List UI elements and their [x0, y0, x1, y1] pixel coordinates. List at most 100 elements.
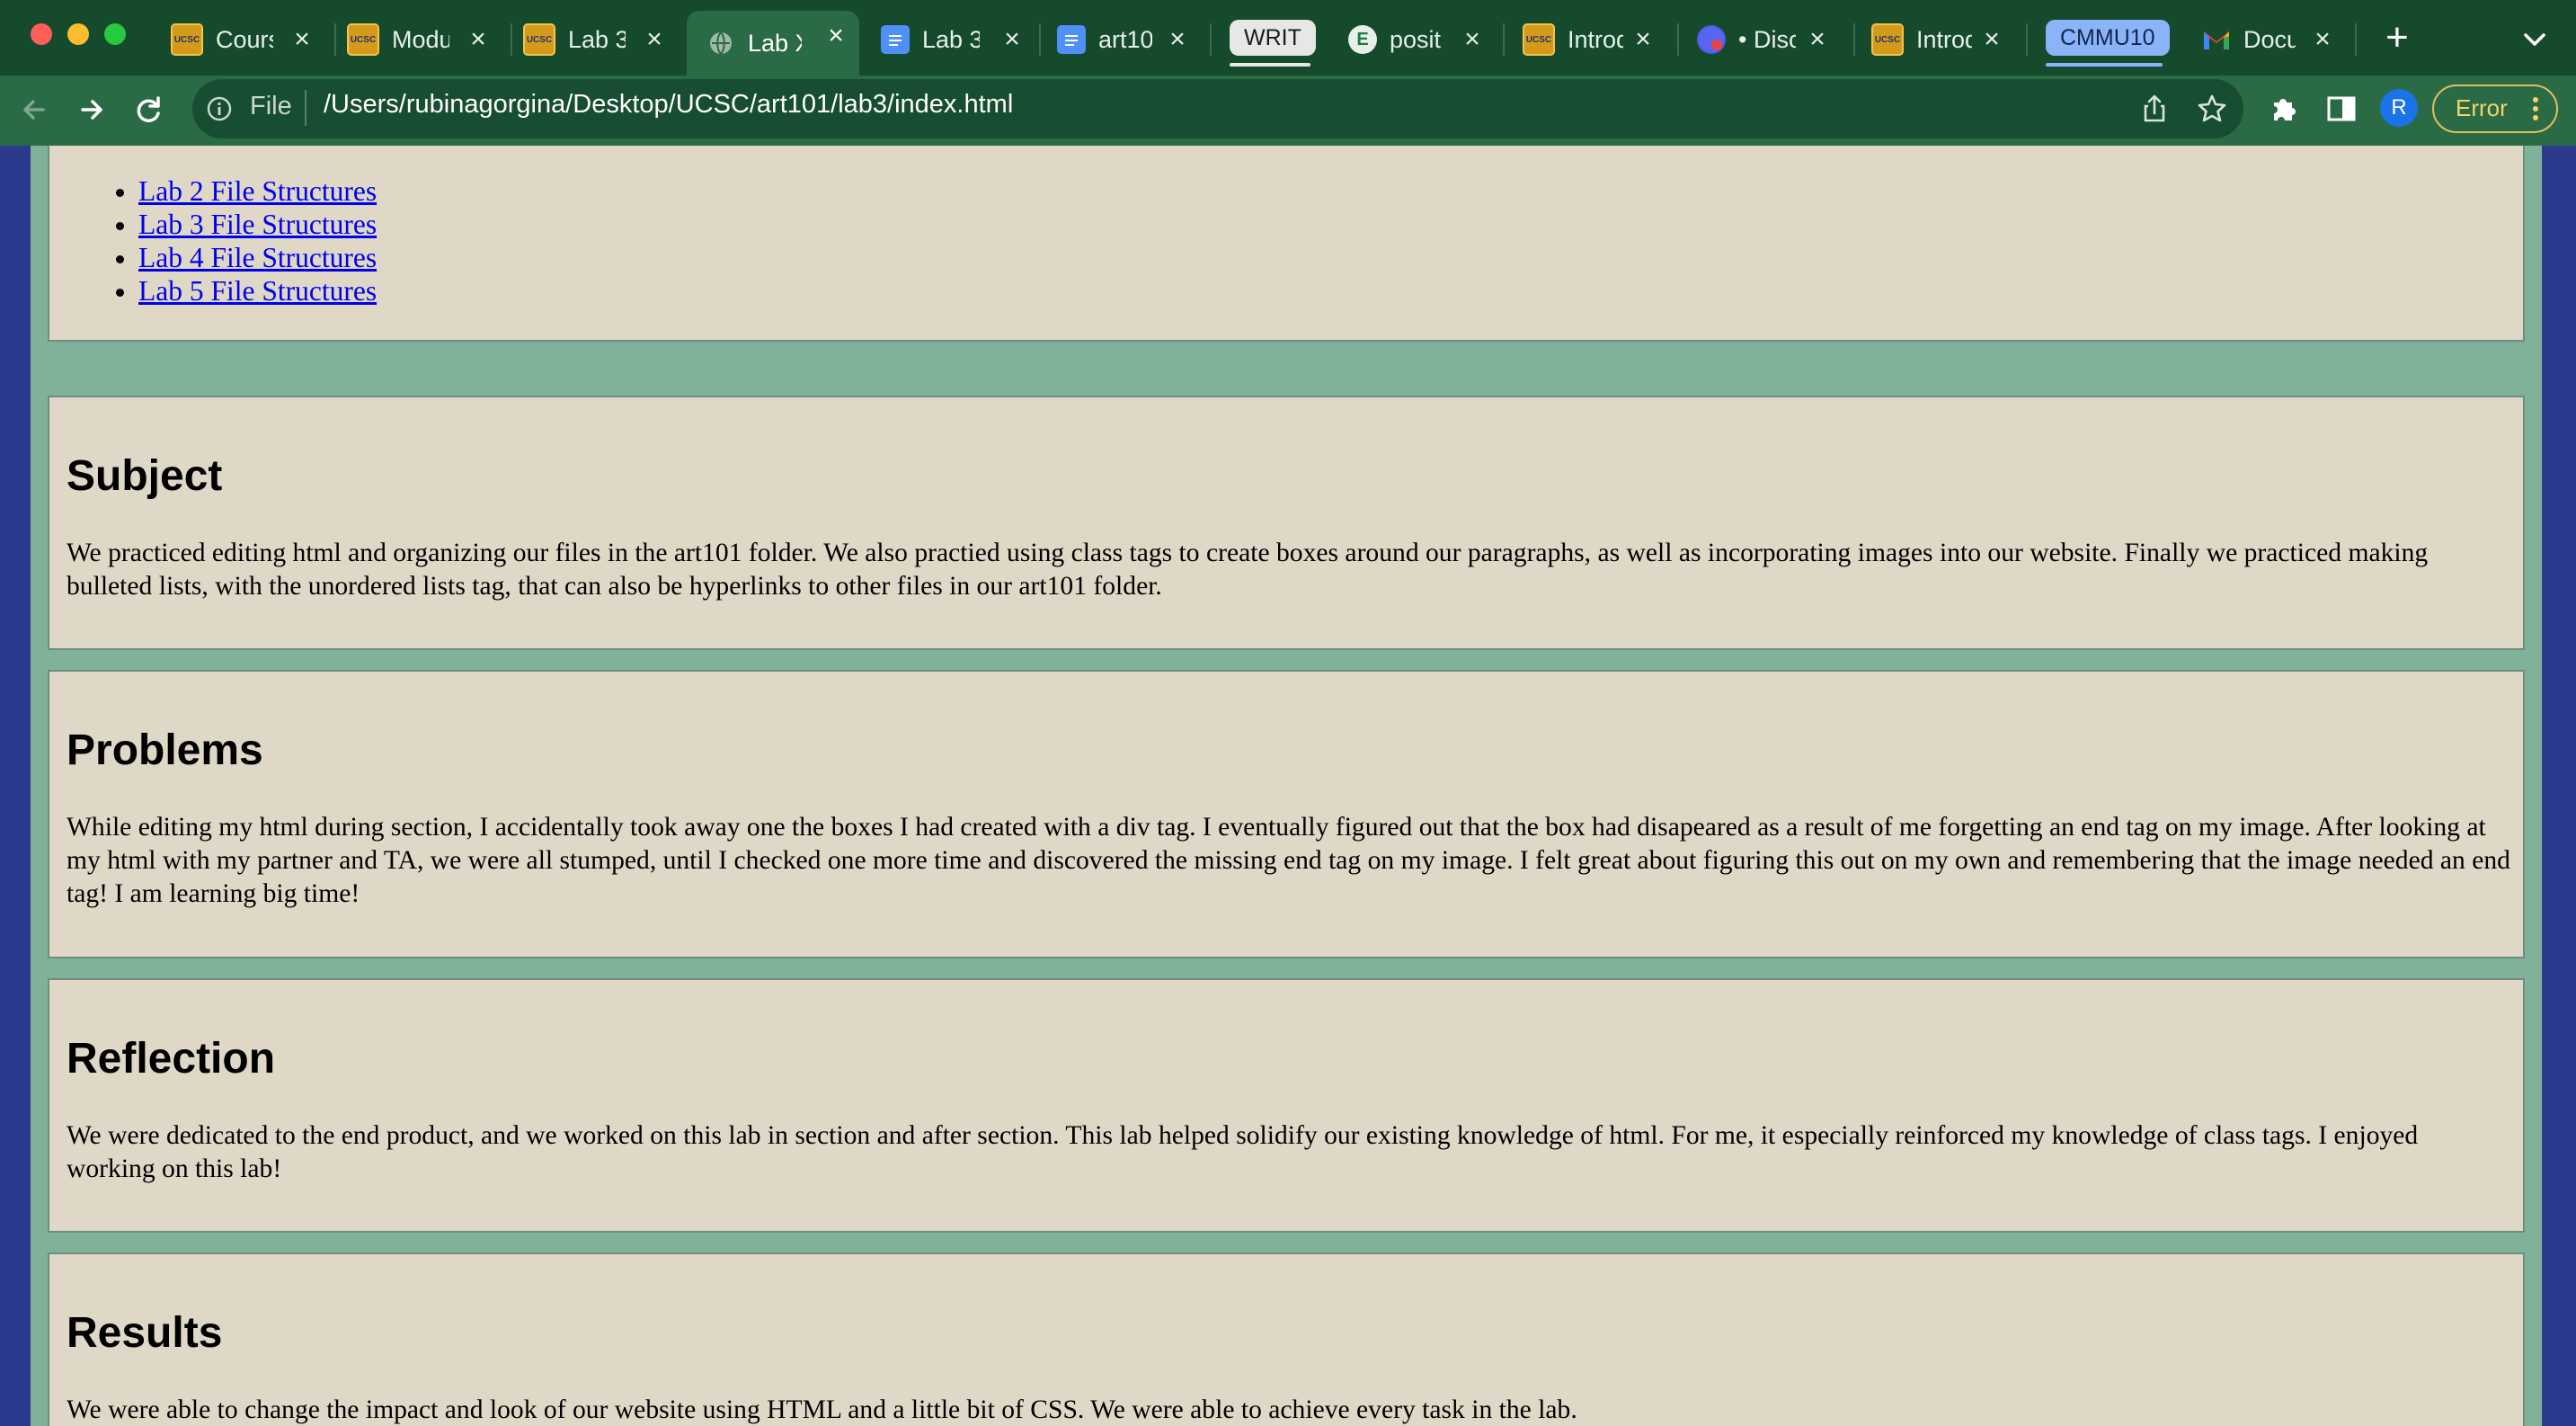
tab-title: Lab 3: [568, 25, 626, 53]
tab-separator: [334, 23, 336, 56]
browser-tab[interactable]: E posit ×: [1348, 14, 1496, 65]
gmail-icon: [2202, 25, 2231, 54]
ucsc-icon: UCSC: [171, 23, 203, 56]
page-viewport[interactable]: Lab 2 File Structures Lab 3 File Structu…: [0, 146, 2576, 1426]
section-box: Reflection We were dedicated to the end …: [48, 978, 2525, 1233]
browser-tab[interactable]: art10 ×: [1057, 14, 1201, 65]
evernote-icon: E: [1348, 25, 1377, 54]
section-body: While editing my html during section, I …: [67, 813, 2510, 908]
browser-tab[interactable]: Lab 3 ×: [881, 14, 1035, 65]
section-heading: Results: [67, 1309, 223, 1357]
lab-link[interactable]: Lab 4 File Structures: [138, 242, 377, 273]
browser-tab[interactable]: • Disc ×: [1697, 14, 1841, 65]
browser-tab[interactable]: UCSC Modu ×: [347, 14, 502, 65]
chevron-down-icon[interactable]: [2517, 22, 2553, 58]
close-tab-icon[interactable]: ×: [640, 25, 669, 54]
close-tab-icon[interactable]: ×: [1629, 25, 1657, 54]
section-body: We practiced editing html and organizing…: [67, 539, 2429, 601]
tab-separator: [1503, 23, 1505, 56]
ucsc-icon: UCSC: [347, 23, 379, 56]
info-icon[interactable]: [205, 94, 234, 123]
address-divider: [305, 90, 306, 126]
tab-strip: UCSC Cours × UCSC Modu × UCSC Lab 3 × La…: [0, 0, 2576, 76]
list-item: Lab 4 File Structures: [138, 241, 377, 274]
profile-avatar[interactable]: R: [2380, 89, 2418, 127]
lab-link[interactable]: Lab 3 File Structures: [138, 209, 377, 240]
close-tab-icon[interactable]: ×: [288, 25, 316, 54]
tab-separator: [511, 23, 512, 56]
window-fullscreen-button[interactable]: [104, 23, 126, 45]
tab-separator: [1853, 23, 1855, 56]
browser-tab-active[interactable]: Lab X ×: [687, 11, 859, 76]
new-tab-icon[interactable]: +: [2376, 16, 2419, 59]
list-item: Lab 2 File Structures: [138, 174, 377, 208]
close-tab-icon[interactable]: ×: [1803, 25, 1832, 54]
extensions-icon[interactable]: [2267, 92, 2301, 126]
section-box: Problems While editing my html during se…: [48, 670, 2525, 958]
tab-group-writ[interactable]: WRIT: [1230, 20, 1316, 56]
tab-separator: [1677, 23, 1679, 56]
tab-title: posit: [1390, 25, 1442, 53]
browser-tab[interactable]: Docu ×: [2202, 14, 2346, 65]
window-close-button[interactable]: [31, 23, 52, 45]
tab-group-cmmu10[interactable]: CMMU10: [2046, 20, 2170, 56]
tab-title: Introd: [1568, 25, 1623, 53]
browser-tab[interactable]: UCSC Introd ×: [1523, 14, 1666, 65]
globe-icon: [706, 29, 735, 58]
section-heading: Reflection: [67, 1035, 276, 1083]
tab-separator: [1039, 23, 1041, 56]
browser-tab[interactable]: UCSC Introd ×: [1871, 14, 2015, 65]
browser-tab[interactable]: UCSC Cours ×: [171, 14, 325, 65]
section-box: Results We were able to change the impac…: [48, 1252, 2525, 1426]
close-tab-icon[interactable]: ×: [1458, 25, 1487, 54]
url-scheme-label: File: [250, 92, 292, 120]
close-tab-icon[interactable]: ×: [1977, 25, 2006, 54]
bookmark-star-icon[interactable]: [2195, 92, 2229, 126]
tab-title: Cours: [216, 25, 273, 53]
forward-icon[interactable]: [68, 86, 115, 133]
tab-title: Lab 3: [922, 25, 980, 53]
section-heading: Problems: [67, 726, 263, 774]
docs-icon: [881, 25, 910, 54]
back-icon[interactable]: [11, 86, 58, 133]
close-tab-icon[interactable]: ×: [822, 22, 850, 50]
window-minimize-button[interactable]: [67, 23, 89, 45]
close-tab-icon[interactable]: ×: [1163, 25, 1192, 54]
url-text[interactable]: /Users/rubinagorgina/Desktop/UCSC/art101…: [324, 90, 1013, 120]
section-body: We were dedicated to the end product, an…: [67, 1121, 2419, 1183]
ucsc-icon: UCSC: [523, 23, 555, 56]
docs-icon: [1057, 25, 1086, 54]
share-icon[interactable]: [2137, 92, 2172, 126]
tab-separator: [1210, 23, 1212, 56]
discord-icon: [1697, 25, 1726, 54]
tab-title: Introd: [1916, 25, 1972, 53]
lab-link[interactable]: Lab 5 File Structures: [138, 275, 377, 307]
side-panel-icon[interactable]: [2324, 92, 2358, 126]
list-item: Lab 3 File Structures: [138, 208, 377, 241]
links-box: Lab 2 File Structures Lab 3 File Structu…: [48, 146, 2525, 342]
section-box: Subject We practiced editing html and or…: [48, 396, 2525, 650]
reload-icon[interactable]: [126, 86, 173, 133]
tab-title: Lab X: [748, 29, 802, 57]
ucsc-icon: UCSC: [1523, 23, 1555, 56]
ucsc-icon: UCSC: [1871, 23, 1904, 56]
section-body: We were able to change the impact and lo…: [67, 1395, 1577, 1424]
tab-group-underline: [1230, 63, 1310, 67]
section-heading: Subject: [67, 452, 223, 500]
lab-links-list: Lab 2 File Structures Lab 3 File Structu…: [49, 174, 377, 307]
browser-tab[interactable]: UCSC Lab 3 ×: [523, 14, 678, 65]
tab-group-underline: [2046, 63, 2163, 67]
tab-separator: [2355, 23, 2357, 56]
close-tab-icon[interactable]: ×: [464, 25, 493, 54]
tab-title: Modu: [392, 25, 449, 53]
close-tab-icon[interactable]: ×: [998, 25, 1026, 54]
tab-title: Docu: [2243, 25, 2296, 53]
error-label: Error: [2456, 94, 2508, 121]
lab-link[interactable]: Lab 2 File Structures: [138, 175, 377, 207]
tab-title: art10: [1098, 25, 1152, 53]
tab-title: • Disc: [1738, 25, 1796, 53]
menu-kebab-icon[interactable]: [2529, 94, 2542, 124]
close-tab-icon[interactable]: ×: [2308, 25, 2337, 54]
list-item: Lab 5 File Structures: [138, 274, 377, 307]
tab-separator: [2026, 23, 2028, 56]
